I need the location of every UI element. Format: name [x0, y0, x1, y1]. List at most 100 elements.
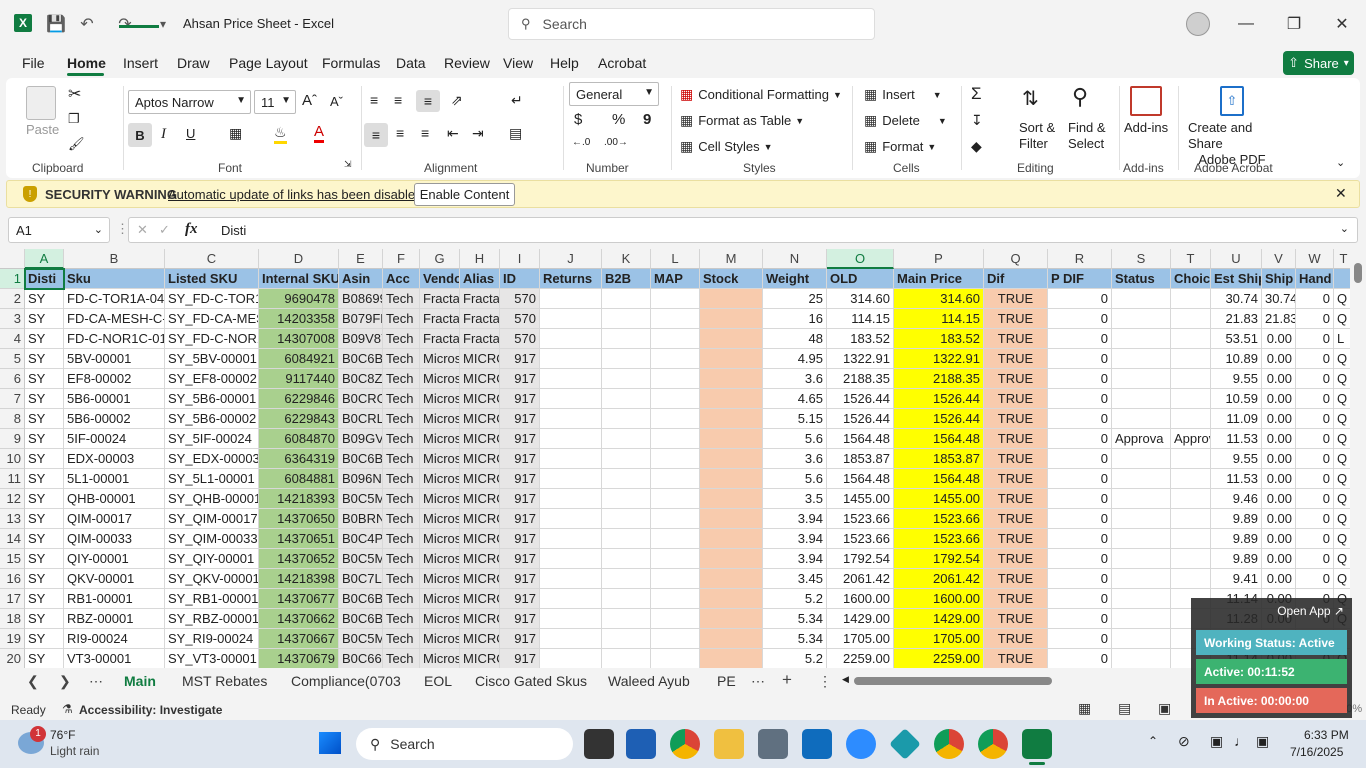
table-cell[interactable]: EF8-00002	[64, 369, 165, 389]
table-cell[interactable]: 0	[1048, 289, 1112, 309]
table-cell[interactable]: 0.00	[1262, 569, 1296, 589]
table-cell[interactable]: 14370650	[259, 509, 339, 529]
table-cell[interactable]: 25	[763, 289, 827, 309]
enable-content-button[interactable]: Enable Content	[414, 183, 515, 206]
taskbar-search[interactable]: ⚲ Search	[356, 728, 573, 760]
table-cell[interactable]	[1112, 469, 1171, 489]
table-cell[interactable]	[540, 649, 602, 669]
table-cell[interactable]: 11.09	[1211, 409, 1262, 429]
table-cell[interactable]: Fracta	[420, 329, 460, 349]
row-header[interactable]: 12	[0, 489, 25, 509]
table-cell[interactable]: 5B6-00001	[64, 389, 165, 409]
table-cell[interactable]: 0.00	[1262, 509, 1296, 529]
table-cell[interactable]	[540, 549, 602, 569]
table-cell[interactable]: 9117440	[259, 369, 339, 389]
table-cell[interactable]	[1171, 309, 1211, 329]
select-all-corner[interactable]	[0, 249, 25, 269]
find-select-button[interactable]: Find & Select	[1068, 120, 1106, 152]
next-sheet-icon[interactable]: ❯	[59, 673, 71, 690]
table-cell[interactable]	[700, 469, 763, 489]
table-cell[interactable]: 6084921	[259, 349, 339, 369]
table-cell[interactable]	[651, 289, 700, 309]
table-cell[interactable]	[602, 589, 651, 609]
table-cell[interactable]: TRUE	[984, 449, 1048, 469]
table-cell[interactable]: Fracta	[420, 289, 460, 309]
table-cell[interactable]: Micros	[420, 369, 460, 389]
table-cell[interactable]	[700, 449, 763, 469]
menu-help[interactable]: Help	[550, 55, 579, 71]
table-cell[interactable]: 0	[1296, 289, 1334, 309]
table-cell[interactable]: B0C7LH	[339, 569, 383, 589]
column-header-p[interactable]: P	[894, 249, 984, 269]
table-cell[interactable]: 3.6	[763, 449, 827, 469]
table-cell[interactable]	[1112, 289, 1171, 309]
table-cell[interactable]: 0	[1048, 569, 1112, 589]
table-cell[interactable]: 14370667	[259, 629, 339, 649]
scrollbar-thumb[interactable]	[1354, 263, 1362, 283]
table-cell[interactable]: B096N	[339, 469, 383, 489]
table-cell[interactable]: 5L1-00001	[64, 469, 165, 489]
table-cell[interactable]	[1112, 649, 1171, 669]
table-cell[interactable]: Micros	[420, 569, 460, 589]
column-header-q[interactable]: Q	[984, 249, 1048, 269]
table-cell[interactable]: 917	[500, 449, 540, 469]
close-button[interactable]: ✕	[1330, 12, 1354, 36]
font-dialog-launcher-icon[interactable]: ⇲	[344, 159, 352, 170]
header-cell[interactable]: Sku	[64, 269, 165, 289]
table-cell[interactable]: Fracta	[460, 289, 500, 309]
table-cell[interactable]: 5.34	[763, 629, 827, 649]
table-cell[interactable]: 6084870	[259, 429, 339, 449]
network-icon[interactable]: ⊘	[1178, 733, 1190, 750]
cancel-icon[interactable]: ✕	[137, 222, 148, 238]
save-icon[interactable]: 💾	[45, 13, 67, 35]
table-cell[interactable]: Tech	[383, 509, 420, 529]
table-cell[interactable]: TRUE	[984, 349, 1048, 369]
table-cell[interactable]: 917	[500, 489, 540, 509]
scrollbar-thumb[interactable]	[854, 677, 1052, 685]
table-cell[interactable]	[651, 489, 700, 509]
table-cell[interactable]	[651, 509, 700, 529]
table-cell[interactable]: 9.55	[1211, 449, 1262, 469]
table-cell[interactable]: QKV-00001	[64, 569, 165, 589]
table-cell[interactable]: MICRO	[460, 569, 500, 589]
table-cell[interactable]: 0.00	[1262, 329, 1296, 349]
table-cell[interactable]: 1429.00	[894, 609, 984, 629]
table-cell[interactable]: 1600.00	[827, 589, 894, 609]
table-cell[interactable]: 5BV-00001	[64, 349, 165, 369]
table-cell[interactable]: 21.83	[1262, 309, 1296, 329]
tab-pe[interactable]: PE	[717, 673, 736, 689]
table-cell[interactable]	[540, 569, 602, 589]
table-cell[interactable]: 14370662	[259, 609, 339, 629]
table-cell[interactable]: 3.6	[763, 369, 827, 389]
table-cell[interactable]: Micros	[420, 589, 460, 609]
table-cell[interactable]	[1171, 449, 1211, 469]
table-cell[interactable]: MICRO	[460, 649, 500, 669]
table-cell[interactable]: 1455.00	[827, 489, 894, 509]
table-cell[interactable]: FD-C-TOR1A-04	[64, 289, 165, 309]
increase-indent-icon[interactable]: ⇥	[472, 125, 484, 142]
table-cell[interactable]: 16	[763, 309, 827, 329]
table-cell[interactable]: 1455.00	[894, 489, 984, 509]
table-cell[interactable]: 14370652	[259, 549, 339, 569]
table-cell[interactable]: 570	[500, 329, 540, 349]
table-cell[interactable]: MICRO	[460, 529, 500, 549]
minimize-button[interactable]: —	[1234, 12, 1258, 36]
table-cell[interactable]	[1112, 529, 1171, 549]
menu-acrobat[interactable]: Acrobat	[598, 55, 646, 71]
header-cell[interactable]: Hand	[1296, 269, 1334, 289]
table-cell[interactable]: VT3-00001	[64, 649, 165, 669]
table-cell[interactable]: Tech	[383, 469, 420, 489]
table-cell[interactable]	[540, 409, 602, 429]
table-cell[interactable]	[651, 449, 700, 469]
maximize-button[interactable]: ❐	[1282, 12, 1306, 36]
table-cell[interactable]: SY	[25, 489, 64, 509]
column-header-d[interactable]: D	[259, 249, 339, 269]
table-cell[interactable]: MICRO	[460, 609, 500, 629]
table-cell[interactable]: 14370677	[259, 589, 339, 609]
table-cell[interactable]	[602, 509, 651, 529]
table-cell[interactable]: 0	[1296, 349, 1334, 369]
table-cell[interactable]: Micros	[420, 389, 460, 409]
table-cell[interactable]: Tech	[383, 349, 420, 369]
conditional-formatting-button[interactable]: ▦ Conditional Formatting ▼	[680, 86, 842, 103]
table-cell[interactable]: 9.55	[1211, 369, 1262, 389]
